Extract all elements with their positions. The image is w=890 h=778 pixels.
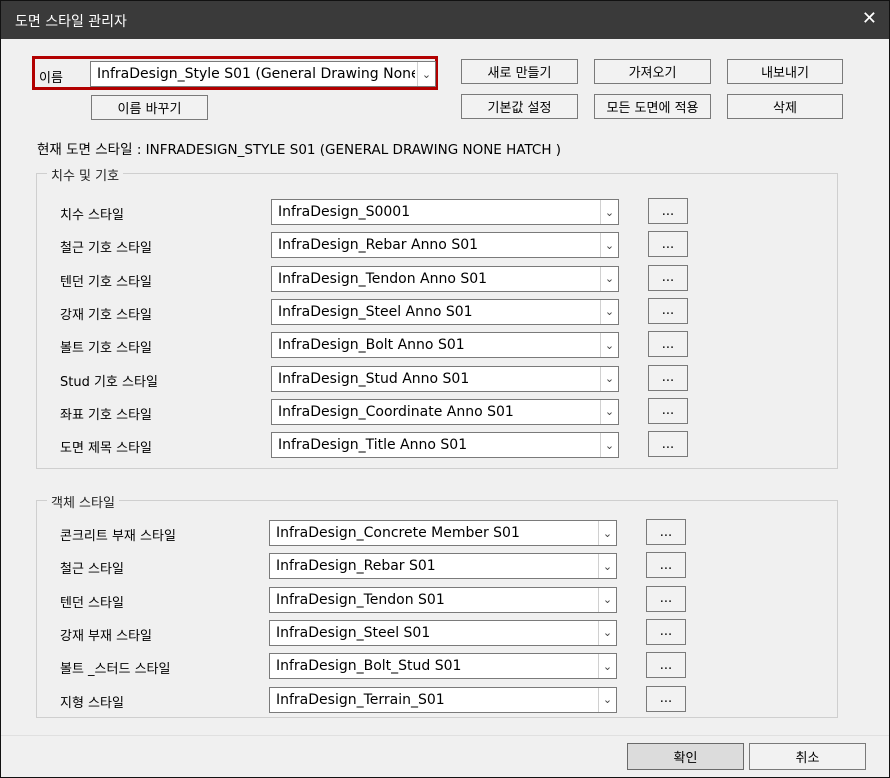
row-label: 볼트 _스터드 스타일: [60, 662, 171, 678]
rename-button[interactable]: 이름 바꾸기: [91, 95, 208, 120]
style-select-value: InfraDesign_Bolt Anno S01: [278, 337, 465, 354]
chevron-down-icon[interactable]: ⌄: [600, 266, 618, 291]
object-group-title: 객체 스타일: [47, 492, 119, 511]
ellipsis-button[interactable]: ...: [648, 231, 688, 258]
chevron-down-icon[interactable]: ⌄: [598, 687, 616, 712]
style-select-value: InfraDesign_Title Anno S01: [278, 437, 468, 454]
dialog-window: 도면 스타일 관리자 ✕ 이름 InfraDesign_Style S01 (G…: [0, 0, 890, 778]
ellipsis-button[interactable]: ...: [646, 685, 686, 712]
style-select[interactable]: InfraDesign_Rebar S01 ⌄: [269, 553, 617, 580]
style-name-select[interactable]: InfraDesign_Style S01 (General Drawing N…: [90, 61, 436, 87]
export-button[interactable]: 내보내기: [727, 59, 843, 84]
current-style-text: 현재 도면 스타일 : INFRADESIGN_STYLE S01 (GENER…: [37, 142, 562, 158]
style-select-value: InfraDesign_Bolt_Stud S01: [276, 658, 462, 675]
chevron-down-icon[interactable]: ⌄: [598, 620, 616, 645]
delete-button[interactable]: 삭제: [727, 94, 843, 119]
ok-button[interactable]: 확인: [627, 743, 744, 770]
chevron-down-icon[interactable]: ⌄: [600, 200, 618, 224]
ellipsis-button[interactable]: ...: [648, 431, 688, 458]
new-style-button[interactable]: 새로 만들기: [461, 59, 578, 84]
style-select-value: InfraDesign_Tendon S01: [276, 591, 445, 608]
ellipsis-button[interactable]: ...: [648, 297, 688, 324]
ellipsis-button[interactable]: ...: [646, 618, 686, 645]
chevron-down-icon[interactable]: ⌄: [600, 433, 618, 458]
dimension-group-title: 치수 및 기호: [47, 165, 124, 184]
style-select[interactable]: InfraDesign_Bolt_Stud S01 ⌄: [269, 653, 617, 680]
style-select-value: InfraDesign_Stud Anno S01: [278, 370, 470, 387]
style-select[interactable]: InfraDesign_Tendon Anno S01 ⌄: [271, 265, 619, 292]
chevron-down-icon[interactable]: ⌄: [600, 233, 618, 258]
row-label: 치수 스타일: [60, 208, 124, 223]
style-select-value: InfraDesign_Rebar S01: [276, 558, 436, 575]
close-icon[interactable]: ✕: [862, 8, 877, 29]
style-select[interactable]: InfraDesign_Terrain_S01 ⌄: [269, 686, 617, 713]
dialog-title: 도면 스타일 관리자: [15, 14, 127, 30]
style-select-value: InfraDesign_Concrete Member S01: [276, 525, 520, 541]
style-select[interactable]: InfraDesign_Rebar Anno S01 ⌄: [271, 232, 619, 259]
chevron-down-icon[interactable]: ⌄: [598, 654, 616, 679]
chevron-down-icon[interactable]: ⌄: [598, 554, 616, 579]
style-select-value: InfraDesign_Coordinate Anno S01: [278, 403, 514, 420]
row-label: 콘크리트 부재 스타일: [60, 529, 176, 544]
footer-divider: [1, 735, 889, 736]
style-select[interactable]: InfraDesign_Steel S01 ⌄: [269, 619, 617, 646]
row-label: 도면 제목 스타일: [60, 441, 152, 457]
style-select[interactable]: InfraDesign_Tendon S01 ⌄: [269, 586, 617, 613]
ellipsis-button[interactable]: ...: [648, 264, 688, 291]
style-select[interactable]: InfraDesign_Coordinate Anno S01 ⌄: [271, 398, 619, 425]
chevron-down-icon[interactable]: ⌄: [600, 366, 618, 391]
row-label: 텐던 스타일: [60, 595, 124, 611]
row-label: 좌표 기호 스타일: [60, 407, 152, 423]
style-name-value: InfraDesign_Style S01 (General Drawing N…: [97, 66, 415, 82]
row-label: Stud 기호 스타일: [60, 374, 158, 390]
row-label: 철근 기호 스타일: [60, 241, 152, 257]
ellipsis-button[interactable]: ...: [648, 364, 688, 391]
row-label: 강재 기호 스타일: [60, 307, 152, 323]
style-select-value: InfraDesign_Steel Anno S01: [278, 303, 473, 320]
chevron-down-icon[interactable]: ⌄: [417, 62, 435, 86]
style-select-value: InfraDesign_Rebar Anno S01: [278, 237, 479, 254]
style-select[interactable]: InfraDesign_Stud Anno S01 ⌄: [271, 365, 619, 392]
style-select[interactable]: InfraDesign_Bolt Anno S01 ⌄: [271, 332, 619, 359]
chevron-down-icon[interactable]: ⌄: [600, 333, 618, 358]
ellipsis-button[interactable]: ...: [646, 585, 686, 612]
chevron-down-icon[interactable]: ⌄: [600, 399, 618, 424]
chevron-down-icon[interactable]: ⌄: [600, 299, 618, 324]
style-select-value: InfraDesign_Terrain_S01: [276, 691, 445, 708]
ellipsis-button[interactable]: ...: [646, 552, 686, 579]
style-select[interactable]: InfraDesign_Title Anno S01 ⌄: [271, 432, 619, 459]
set-default-button[interactable]: 기본값 설정: [461, 94, 578, 119]
style-select[interactable]: InfraDesign_S0001 ⌄: [271, 199, 619, 225]
style-select[interactable]: InfraDesign_Concrete Member S01 ⌄: [269, 520, 617, 546]
cancel-button[interactable]: 취소: [749, 743, 866, 770]
title-bar: 도면 스타일 관리자 ✕: [1, 1, 889, 39]
row-label: 철근 스타일: [60, 562, 124, 578]
row-label: 지형 스타일: [60, 695, 124, 711]
import-button[interactable]: 가져오기: [594, 59, 711, 84]
ellipsis-button[interactable]: ...: [648, 198, 688, 224]
ellipsis-button[interactable]: ...: [648, 397, 688, 424]
chevron-down-icon[interactable]: ⌄: [598, 521, 616, 545]
style-select-value: InfraDesign_Steel S01: [276, 624, 431, 641]
row-label: 텐던 기호 스타일: [60, 274, 152, 290]
row-label: 강재 부재 스타일: [60, 628, 152, 644]
style-select[interactable]: InfraDesign_Steel Anno S01 ⌄: [271, 298, 619, 325]
chevron-down-icon[interactable]: ⌄: [598, 587, 616, 612]
ellipsis-button[interactable]: ...: [648, 331, 688, 358]
apply-all-button[interactable]: 모든 도면에 적용: [594, 94, 711, 119]
name-label: 이름: [39, 71, 63, 86]
ellipsis-button[interactable]: ...: [646, 652, 686, 679]
style-select-value: InfraDesign_Tendon Anno S01: [278, 270, 488, 287]
style-select-value: InfraDesign_S0001: [278, 204, 411, 220]
ellipsis-button[interactable]: ...: [646, 519, 686, 545]
row-label: 볼트 기호 스타일: [60, 341, 152, 357]
